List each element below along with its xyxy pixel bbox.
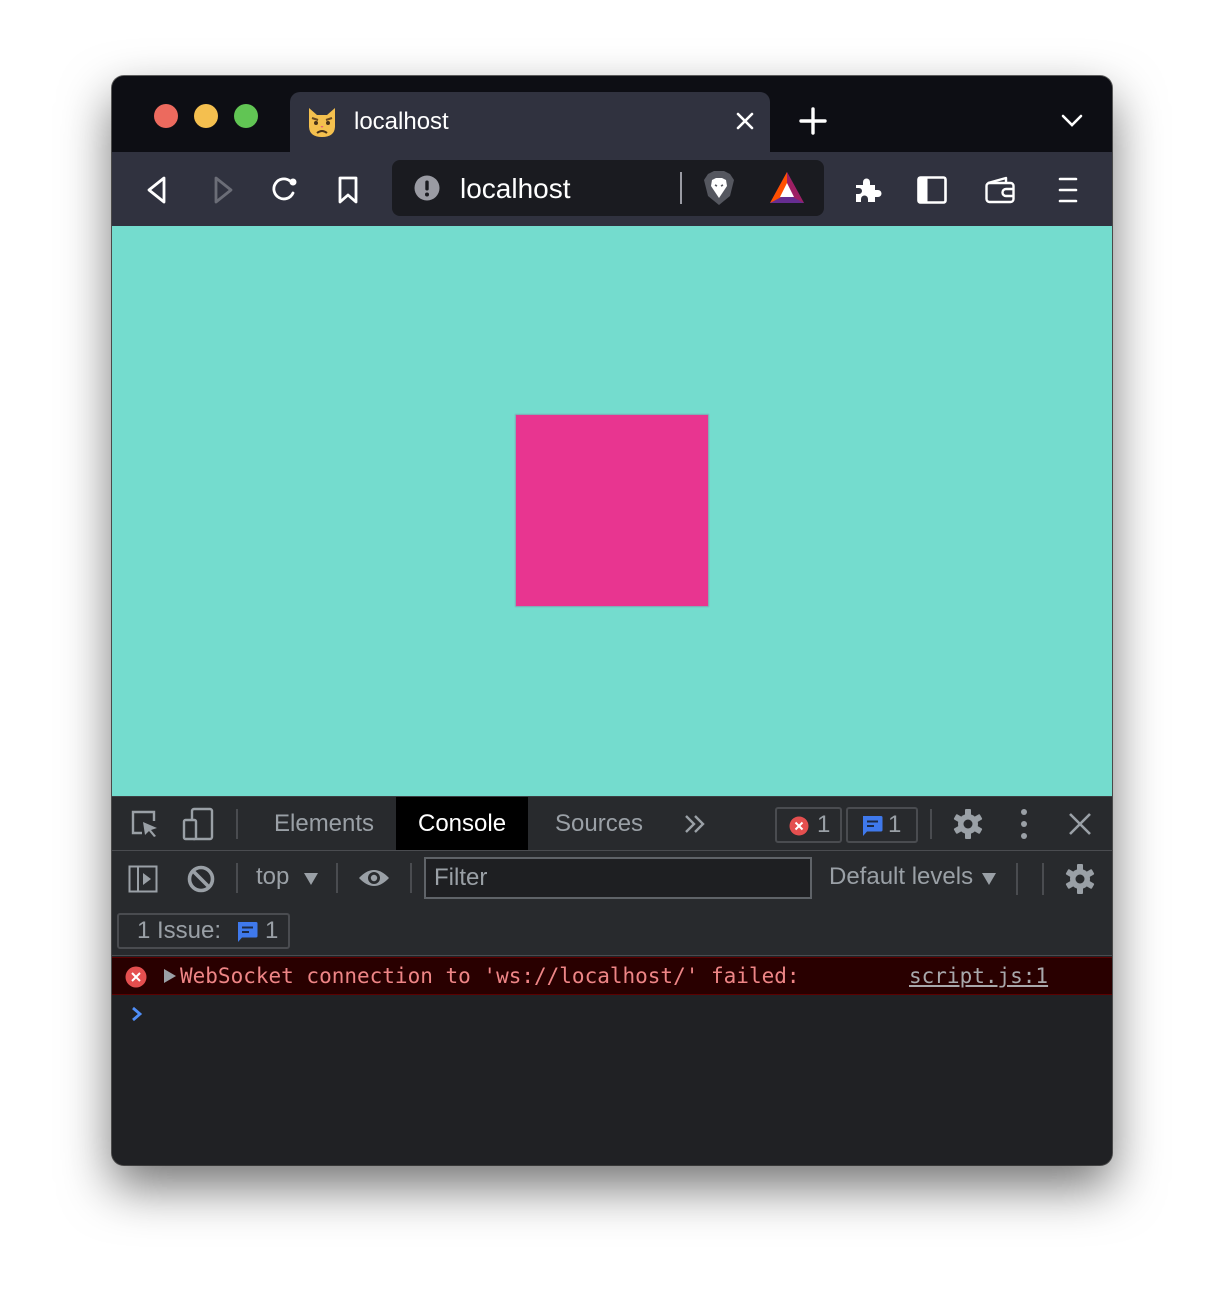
browser-window: localhost localhost Elements Console Sou… bbox=[112, 76, 1112, 1165]
brave-shields-icon[interactable] bbox=[702, 170, 736, 206]
wallet-icon[interactable] bbox=[984, 174, 1016, 206]
error-icon bbox=[789, 816, 809, 836]
toolbar-divider bbox=[930, 809, 932, 839]
url-text[interactable]: localhost bbox=[460, 173, 571, 205]
tab-sources[interactable]: Sources bbox=[533, 797, 665, 850]
tab-elements[interactable]: Elements bbox=[252, 797, 396, 850]
issue-count: 1 bbox=[888, 811, 902, 838]
tab-strip: localhost bbox=[112, 76, 1112, 152]
menu-icon[interactable] bbox=[1052, 174, 1084, 206]
chevron-down-icon[interactable] bbox=[1058, 110, 1086, 132]
error-icon bbox=[125, 966, 147, 988]
close-tab-icon[interactable] bbox=[730, 106, 760, 136]
address-bar-divider bbox=[680, 172, 682, 204]
more-options-icon[interactable] bbox=[1016, 808, 1032, 840]
issues-bar: 1 Issue: 1 bbox=[112, 907, 1112, 956]
browser-toolbar: localhost bbox=[112, 152, 1112, 226]
bookmark-icon[interactable] bbox=[332, 174, 364, 206]
new-tab-icon[interactable] bbox=[798, 106, 828, 136]
error-message-text: WebSocket connection to 'ws://localhost/… bbox=[180, 964, 800, 988]
inspect-element-icon[interactable] bbox=[130, 809, 160, 839]
tab-title: localhost bbox=[354, 108, 449, 135]
error-source-link[interactable]: script.js:1 bbox=[909, 964, 1048, 988]
message-icon bbox=[863, 816, 883, 836]
pink-square bbox=[516, 415, 708, 606]
page-viewport bbox=[112, 226, 1112, 796]
console-settings-gear-icon[interactable] bbox=[1064, 863, 1096, 895]
live-expression-eye-icon[interactable] bbox=[358, 866, 390, 890]
toolbar-divider bbox=[1042, 863, 1044, 895]
browser-tab[interactable]: localhost bbox=[290, 92, 770, 152]
toolbar-divider bbox=[410, 863, 412, 893]
info-icon[interactable] bbox=[414, 175, 440, 201]
dropdown-arrow-icon bbox=[304, 873, 318, 885]
console-prompt-chevron-icon[interactable] bbox=[130, 1004, 144, 1024]
issues-count: 1 bbox=[265, 917, 279, 944]
log-levels-dropdown[interactable]: Default levels bbox=[829, 863, 973, 891]
filter-input[interactable] bbox=[424, 857, 812, 899]
extensions-icon[interactable] bbox=[852, 174, 884, 206]
context-selector[interactable]: top bbox=[256, 863, 289, 891]
error-count: 1 bbox=[817, 811, 831, 838]
devtools-panel: Elements Console Sources 1 1 top Filter … bbox=[112, 796, 1112, 1165]
dropdown-arrow-icon bbox=[982, 873, 996, 885]
toolbar-divider bbox=[336, 863, 338, 893]
toolbar-divider bbox=[1016, 863, 1018, 895]
back-icon[interactable] bbox=[142, 174, 174, 206]
close-devtools-icon[interactable] bbox=[1068, 812, 1092, 836]
reload-icon[interactable] bbox=[268, 174, 300, 206]
address-bar[interactable]: localhost bbox=[392, 160, 824, 216]
console-toolbar: top Default levels bbox=[112, 851, 1112, 907]
show-sidebar-icon[interactable] bbox=[128, 865, 158, 893]
console-message-error: WebSocket connection to 'ws://localhost/… bbox=[112, 957, 1112, 995]
forward-icon[interactable] bbox=[206, 174, 238, 206]
window-minimize-button[interactable] bbox=[194, 104, 218, 128]
issues-label: 1 Issue: bbox=[137, 917, 222, 944]
window-close-button[interactable] bbox=[154, 104, 178, 128]
device-toolbar-icon[interactable] bbox=[182, 807, 214, 841]
more-tabs-icon[interactable] bbox=[684, 814, 706, 834]
pouting-cat-icon bbox=[309, 108, 335, 137]
toolbar-divider bbox=[236, 809, 238, 839]
brave-rewards-icon[interactable] bbox=[768, 170, 806, 206]
window-maximize-button[interactable] bbox=[234, 104, 258, 128]
issue-counter-button[interactable]: 1 bbox=[846, 807, 918, 843]
toolbar-divider bbox=[236, 863, 238, 893]
message-icon bbox=[238, 922, 258, 942]
settings-gear-icon[interactable] bbox=[952, 808, 984, 840]
error-counter-button[interactable]: 1 bbox=[775, 807, 842, 843]
issues-button[interactable]: 1 Issue: 1 bbox=[117, 913, 290, 949]
expand-triangle-icon[interactable] bbox=[164, 969, 176, 983]
clear-console-icon[interactable] bbox=[186, 864, 216, 894]
sidebar-icon[interactable] bbox=[916, 174, 948, 206]
tab-console[interactable]: Console bbox=[396, 797, 529, 850]
devtools-tab-bar: Elements Console Sources 1 1 bbox=[112, 796, 1112, 851]
